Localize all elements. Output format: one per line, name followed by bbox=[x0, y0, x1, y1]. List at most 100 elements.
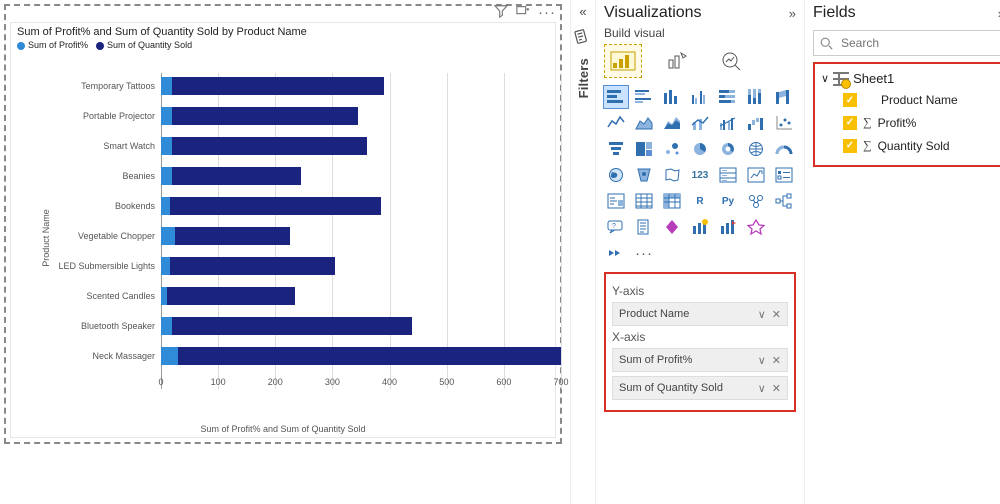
power-apps-icon[interactable] bbox=[660, 216, 684, 238]
clustered-column-chart-icon[interactable] bbox=[688, 86, 712, 108]
bar-segment[interactable] bbox=[161, 167, 172, 185]
bar-row: Bookends bbox=[161, 197, 539, 215]
bar-segment[interactable] bbox=[175, 227, 289, 245]
scatter-chart-icon[interactable] bbox=[772, 112, 796, 134]
bar-segment[interactable] bbox=[172, 77, 383, 95]
chart-visual[interactable]: ··· Sum of Profit% and Sum of Quantity S… bbox=[4, 4, 562, 444]
build-tab-fields[interactable] bbox=[604, 44, 642, 78]
category-label: Bookends bbox=[35, 201, 161, 211]
bar-segment[interactable] bbox=[161, 107, 172, 125]
multi-row-card-icon[interactable] bbox=[716, 164, 740, 186]
report-canvas[interactable]: ··· Sum of Profit% and Sum of Quantity S… bbox=[0, 0, 570, 504]
expand-filters-icon[interactable]: « bbox=[579, 4, 586, 19]
more-options-icon[interactable]: ··· bbox=[538, 4, 556, 22]
smart-narrative-icon[interactable] bbox=[604, 190, 628, 212]
matrix-icon[interactable] bbox=[660, 190, 684, 212]
checkbox-checked-icon[interactable]: ✓ bbox=[843, 139, 857, 153]
area-chart-icon[interactable] bbox=[632, 112, 656, 134]
bar-segment[interactable] bbox=[161, 197, 170, 215]
bar-segment[interactable] bbox=[172, 317, 412, 335]
scatter-bubble-icon[interactable] bbox=[660, 138, 684, 160]
more-visuals-icon[interactable]: ··· bbox=[632, 242, 656, 264]
bar-segment[interactable] bbox=[170, 197, 381, 215]
field-profit[interactable]: ✓ ∑ Profit% bbox=[819, 111, 999, 134]
ribbon-chart-icon[interactable] bbox=[772, 86, 796, 108]
r-visual-icon[interactable]: R bbox=[688, 190, 712, 212]
decomposition-tree-icon[interactable] bbox=[772, 190, 796, 212]
search-input[interactable] bbox=[839, 35, 998, 51]
hundred-stacked-bar-icon[interactable] bbox=[716, 86, 740, 108]
bar-segment[interactable] bbox=[172, 137, 366, 155]
get-more-visuals-icon[interactable] bbox=[744, 216, 768, 238]
checkbox-checked-icon[interactable]: ✓ bbox=[843, 116, 857, 130]
remove-field-icon[interactable]: ✕ bbox=[772, 354, 781, 367]
fields-title: Fields bbox=[813, 4, 856, 22]
clustered-bar-chart-icon[interactable] bbox=[632, 86, 656, 108]
shape-map-icon[interactable] bbox=[660, 164, 684, 186]
visualizations-title: Visualizations bbox=[604, 4, 702, 22]
power-automate-icon[interactable] bbox=[688, 216, 712, 238]
treemap-icon[interactable] bbox=[632, 138, 656, 160]
chevron-down-icon[interactable]: ∨ bbox=[821, 72, 829, 85]
bar-segment[interactable] bbox=[161, 137, 172, 155]
python-visual-icon[interactable]: Py bbox=[716, 190, 740, 212]
bar-segment[interactable] bbox=[172, 167, 301, 185]
line-chart-icon[interactable] bbox=[604, 112, 628, 134]
pie-chart-icon[interactable] bbox=[688, 138, 712, 160]
kpi-icon[interactable] bbox=[744, 164, 768, 186]
map-icon[interactable] bbox=[744, 138, 768, 160]
bar-segment[interactable] bbox=[161, 257, 170, 275]
donut-chart-icon[interactable] bbox=[716, 138, 740, 160]
field-product-name[interactable]: ✓ Product Name bbox=[819, 89, 999, 111]
card-icon[interactable]: 123 bbox=[688, 164, 712, 186]
bar-segment[interactable] bbox=[161, 347, 178, 365]
qa-visual-icon[interactable]: ? bbox=[604, 216, 628, 238]
x-axis-well-quantity[interactable]: Sum of Quantity Sold ∨✕ bbox=[612, 376, 788, 400]
bar-segment[interactable] bbox=[172, 107, 358, 125]
chevron-down-icon[interactable]: ∨ bbox=[758, 382, 766, 395]
filter-card-icon[interactable] bbox=[573, 27, 594, 51]
bar-segment[interactable] bbox=[170, 257, 336, 275]
drill-actions-icon[interactable] bbox=[604, 242, 628, 264]
collapse-vis-icon[interactable]: » bbox=[789, 6, 796, 21]
stacked-area-chart-icon[interactable] bbox=[660, 112, 684, 134]
filters-pane-collapsed[interactable]: « Filters bbox=[570, 0, 596, 504]
build-tab-format[interactable] bbox=[658, 44, 696, 78]
gauge-icon[interactable] bbox=[772, 138, 796, 160]
bar-segment[interactable] bbox=[167, 287, 296, 305]
fields-search[interactable] bbox=[813, 30, 1000, 56]
remove-field-icon[interactable]: ✕ bbox=[772, 308, 781, 321]
paginated-report-icon[interactable] bbox=[632, 216, 656, 238]
filter-icon[interactable] bbox=[494, 4, 508, 22]
table-sheet1[interactable]: ∨ Sheet1 bbox=[819, 68, 999, 89]
field-quantity-sold[interactable]: ✓ ∑ Quantity Sold bbox=[819, 134, 999, 157]
bar-segment[interactable] bbox=[178, 347, 561, 365]
chevron-down-icon[interactable]: ∨ bbox=[758, 308, 766, 321]
stacked-bar-chart-icon[interactable] bbox=[604, 86, 628, 108]
category-label: Temporary Tattoos bbox=[35, 81, 161, 91]
svg-text:?: ? bbox=[612, 223, 616, 230]
checkbox-checked-icon[interactable]: ✓ bbox=[843, 93, 857, 107]
hundred-stacked-column-icon[interactable] bbox=[744, 86, 768, 108]
bar-segment[interactable] bbox=[161, 317, 172, 335]
funnel-chart-icon[interactable] bbox=[604, 138, 628, 160]
line-stacked-column-icon[interactable] bbox=[688, 112, 712, 134]
waterfall-chart-icon[interactable] bbox=[744, 112, 768, 134]
x-axis-well-profit[interactable]: Sum of Profit% ∨✕ bbox=[612, 348, 788, 372]
visual-gallery: 123 R Py ? ··· bbox=[604, 86, 796, 264]
chevron-down-icon[interactable]: ∨ bbox=[758, 354, 766, 367]
build-tab-analytics[interactable] bbox=[712, 44, 750, 78]
y-axis-well-product-name[interactable]: Product Name ∨✕ bbox=[612, 302, 788, 326]
key-influencers-icon[interactable] bbox=[744, 190, 768, 212]
filled-map-icon[interactable] bbox=[604, 164, 628, 186]
goals-icon[interactable] bbox=[716, 216, 740, 238]
focus-mode-icon[interactable] bbox=[516, 4, 530, 22]
line-clustered-column-icon[interactable] bbox=[716, 112, 740, 134]
remove-field-icon[interactable]: ✕ bbox=[772, 382, 781, 395]
bar-segment[interactable] bbox=[161, 77, 172, 95]
azure-map-icon[interactable] bbox=[632, 164, 656, 186]
stacked-column-chart-icon[interactable] bbox=[660, 86, 684, 108]
table-icon[interactable] bbox=[632, 190, 656, 212]
bar-segment[interactable] bbox=[161, 227, 175, 245]
slicer-icon[interactable] bbox=[772, 164, 796, 186]
